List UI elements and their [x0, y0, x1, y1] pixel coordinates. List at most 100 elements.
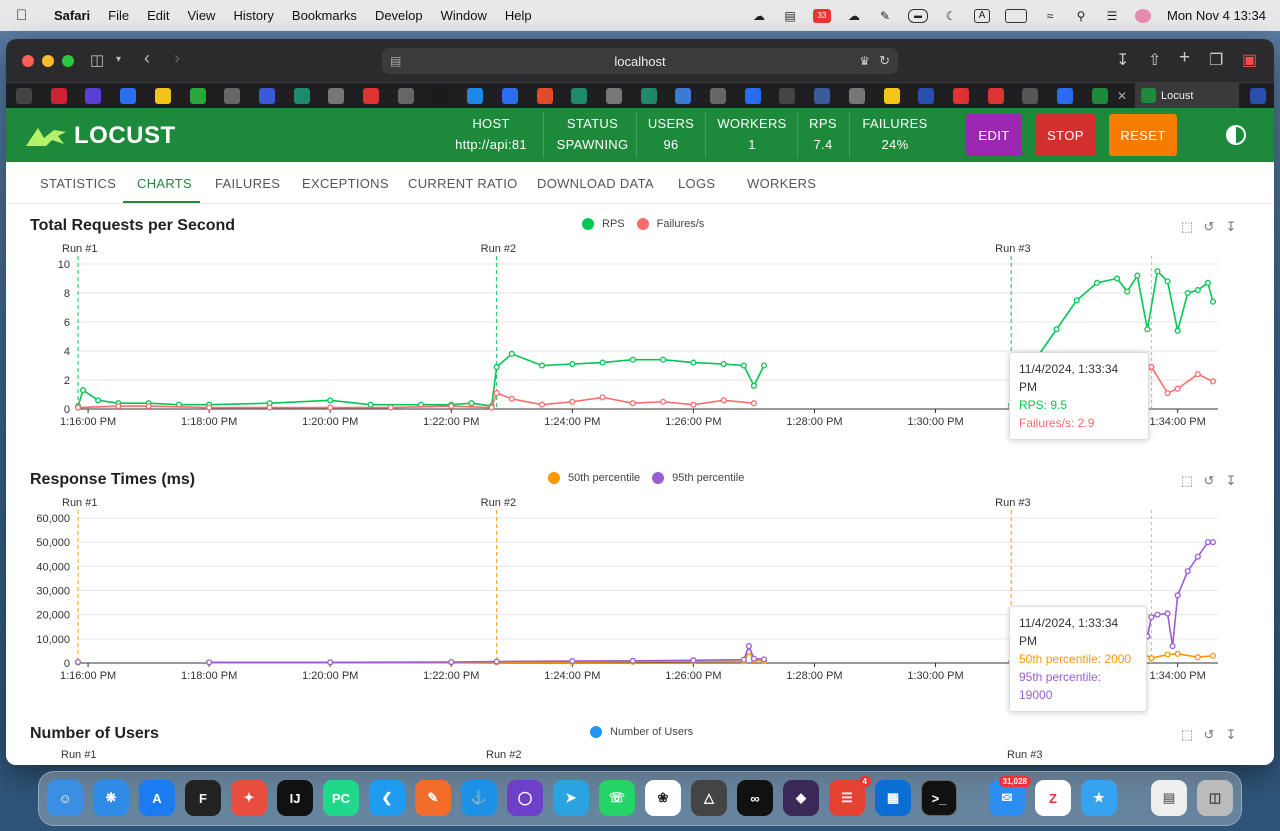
unity-icon[interactable]: △: [691, 780, 727, 816]
safari-icon[interactable]: ❋: [93, 780, 129, 816]
share-icon[interactable]: ⇧: [1148, 50, 1161, 70]
todoist-icon[interactable]: ☰ 4: [829, 776, 871, 816]
favorite-tab-icon[interactable]: [120, 88, 137, 104]
legend-item-users[interactable]: Number of Users: [590, 726, 693, 738]
downloads-icon[interactable]: ↧: [1116, 50, 1129, 70]
tab-download-data[interactable]: DOWNLOAD DATA: [537, 176, 654, 191]
favorite-tab-icon[interactable]: [1250, 88, 1266, 104]
favorite-tab-icon[interactable]: [258, 88, 275, 104]
chevron-down-icon[interactable]: ▾: [116, 54, 121, 65]
mindnode-icon[interactable]: ✦: [231, 780, 267, 816]
favorite-tab-icon[interactable]: [397, 88, 414, 104]
reset-button[interactable]: RESET: [1109, 114, 1177, 156]
meta-icon[interactable]: ∞: [737, 780, 773, 816]
tab-workers[interactable]: WORKERS: [747, 176, 816, 191]
wifi-icon[interactable]: ≈: [1042, 9, 1058, 23]
favorite-tab-icon[interactable]: [848, 88, 865, 104]
favorite-tab-icon[interactable]: [467, 88, 484, 104]
favorite-tab-icon[interactable]: [501, 88, 518, 104]
address-bar[interactable]: ▤ localhost ♛ ↻: [382, 48, 898, 74]
trash-icon[interactable]: ◫: [1197, 780, 1233, 816]
menu-window[interactable]: Window: [441, 8, 487, 23]
favorite-tab-icon[interactable]: [16, 88, 32, 104]
close-tab-icon[interactable]: ✕: [1117, 89, 1127, 103]
moon-icon[interactable]: ☾: [943, 9, 959, 23]
search-icon[interactable]: ⚲: [1073, 9, 1089, 23]
input-source-icon[interactable]: A: [973, 8, 990, 23]
zoom-icon[interactable]: ⬚: [1180, 727, 1194, 743]
favorite-tab-icon[interactable]: [293, 88, 310, 104]
favorite-tab-icon[interactable]: [432, 88, 449, 104]
vscode-icon[interactable]: ❮: [369, 780, 405, 816]
zoom-reset-icon[interactable]: ↺: [1202, 727, 1216, 743]
mail-icon[interactable]: ✉ 31,028: [989, 776, 1031, 816]
github-icon[interactable]: ◯: [507, 780, 543, 816]
figma-icon[interactable]: F: [185, 780, 221, 816]
tab-current-ratio[interactable]: CURRENT RATIO: [408, 176, 518, 191]
favorite-tab-icon[interactable]: [328, 88, 345, 104]
obsidian-icon[interactable]: ◆: [783, 780, 819, 816]
reload-icon[interactable]: ↻: [879, 53, 890, 69]
csv-file-icon[interactable]: ▤: [1151, 780, 1187, 816]
tab-failures[interactable]: FAILURES: [215, 176, 280, 191]
menu-help[interactable]: Help: [505, 8, 532, 23]
url-text[interactable]: localhost: [614, 54, 665, 69]
tab-logs[interactable]: LOGS: [678, 176, 715, 191]
calendar-badge-icon[interactable]: 33: [812, 8, 831, 23]
stop-button[interactable]: STOP: [1035, 114, 1096, 156]
forward-icon[interactable]: ›: [174, 48, 180, 69]
favorite-tab-icon[interactable]: [154, 88, 171, 104]
locust-logo[interactable]: LOCUST: [24, 122, 176, 150]
favorite-tab-icon[interactable]: [675, 88, 692, 104]
control-center-icon[interactable]: ☰: [1104, 9, 1120, 23]
favorite-tab-icon[interactable]: [710, 88, 726, 104]
download-icon[interactable]: ↧: [1224, 727, 1238, 743]
clipboard-icon[interactable]: ▤: [782, 9, 798, 23]
zotero-icon[interactable]: Z: [1035, 780, 1071, 816]
close-window-button[interactable]: [22, 55, 34, 67]
favorite-tab-icon[interactable]: [883, 88, 900, 104]
edit-button[interactable]: EDIT: [966, 114, 1022, 156]
favorite-tab-icon[interactable]: [814, 88, 831, 104]
battery-icon[interactable]: [1004, 8, 1027, 23]
translate-icon[interactable]: ♛: [859, 54, 870, 68]
back-icon[interactable]: ‹: [144, 48, 150, 69]
favorite-tab-icon[interactable]: [571, 88, 588, 104]
favorite-tab-icon[interactable]: [918, 88, 935, 104]
favorite-tab-icon[interactable]: [536, 88, 553, 104]
menu-view[interactable]: View: [188, 8, 216, 23]
tab-locust[interactable]: ✕ Locust: [1117, 83, 1239, 109]
cloud-icon[interactable]: ☁: [846, 9, 862, 23]
favorite-tab-icon[interactable]: [744, 88, 761, 104]
favorite-tab-icon[interactable]: [987, 88, 1004, 104]
apple-icon[interactable]: : [16, 7, 36, 24]
app-store-icon[interactable]: A: [139, 780, 175, 816]
tab-statistics[interactable]: STATISTICS: [40, 176, 116, 191]
postman-icon[interactable]: ✎: [415, 780, 451, 816]
tab-exceptions[interactable]: EXCEPTIONS: [302, 176, 389, 191]
page-settings-icon[interactable]: ▤: [390, 54, 401, 68]
pen-icon[interactable]: ✎: [877, 9, 893, 23]
favorite-tab-icon[interactable]: [605, 88, 622, 104]
weather-icon[interactable]: ☁: [751, 9, 767, 23]
favorite-tab-icon[interactable]: [1091, 88, 1108, 104]
menu-history[interactable]: History: [233, 8, 273, 23]
favorite-tab-icon[interactable]: [50, 88, 67, 104]
favorite-tab-icon[interactable]: [1057, 88, 1073, 104]
intellij-icon[interactable]: IJ: [277, 780, 313, 816]
menu-develop[interactable]: Develop: [375, 8, 423, 23]
menubar-clock[interactable]: Mon Nov 4 13:34: [1167, 8, 1266, 23]
favorite-tab-icon[interactable]: [1022, 88, 1039, 104]
finder-icon[interactable]: ☺: [47, 780, 83, 816]
favorite-tab-icon[interactable]: [189, 88, 206, 104]
favorite-tab-icon[interactable]: [640, 88, 657, 104]
siri-icon[interactable]: [1134, 8, 1151, 23]
terminal-icon[interactable]: >_: [921, 780, 957, 816]
cleaner-icon[interactable]: ★: [1081, 780, 1117, 816]
menu-edit[interactable]: Edit: [147, 8, 169, 23]
minimize-window-button[interactable]: [42, 55, 54, 67]
favorite-tab-icon[interactable]: [779, 88, 796, 104]
menu-file[interactable]: File: [108, 8, 129, 23]
telegram-icon[interactable]: ➤: [553, 780, 589, 816]
menu-bookmarks[interactable]: Bookmarks: [292, 8, 357, 23]
